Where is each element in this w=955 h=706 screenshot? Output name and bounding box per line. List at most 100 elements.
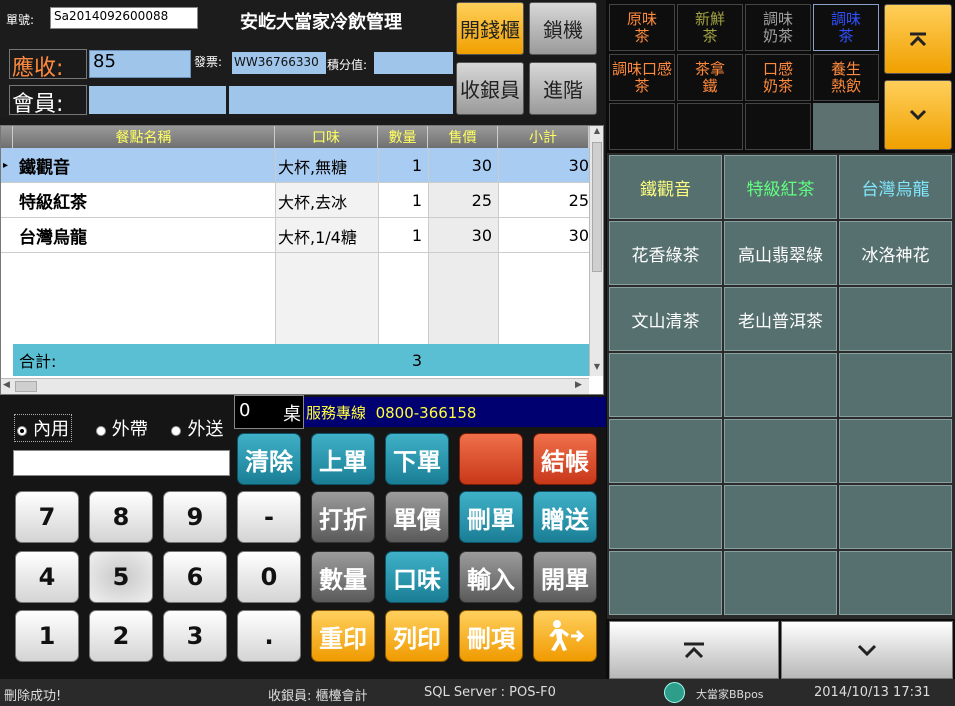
product-button[interactable]: 鐵觀音: [609, 155, 722, 219]
product-button[interactable]: 特級紅茶: [724, 155, 837, 219]
input-box[interactable]: [13, 450, 230, 476]
cell-name: 台灣烏龍: [19, 228, 87, 248]
checkout-button[interactable]: 結帳: [533, 433, 597, 485]
order-no-field[interactable]: Sa2014092600088: [50, 7, 198, 29]
product-empty: [724, 551, 837, 615]
category-label: 調味口感茶: [612, 59, 673, 95]
prev-order-button[interactable]: 上單: [311, 433, 375, 485]
blank-button[interactable]: [459, 433, 523, 485]
quantity-button[interactable]: 數量: [311, 551, 375, 603]
table-number-field[interactable]: 0 桌: [234, 395, 304, 429]
table-row[interactable]: 特級紅茶 大杯,去冰 1 25 25: [1, 183, 589, 218]
numpad-key-7[interactable]: 7: [15, 491, 79, 543]
category-button[interactable]: 調味奶茶: [745, 4, 811, 51]
radio-label: 外帶: [111, 419, 148, 440]
numpad-key-4[interactable]: 4: [15, 551, 79, 603]
lock-button[interactable]: 鎖機: [529, 2, 597, 55]
member-id-field[interactable]: [89, 86, 226, 114]
radio-icon: [95, 426, 106, 436]
receivable-label: 應收:: [9, 49, 87, 81]
cash-drawer-button[interactable]: 開錢櫃: [456, 2, 524, 55]
product-label: 花香綠茶: [631, 245, 700, 266]
category-empty: [677, 103, 743, 150]
product-empty: [839, 551, 952, 615]
product-empty: [839, 287, 952, 351]
category-empty: [745, 103, 811, 150]
category-button[interactable]: 調味茶: [813, 4, 879, 51]
category-page-up-button[interactable]: [884, 4, 952, 74]
category-down-button[interactable]: [884, 80, 952, 150]
invoice-field[interactable]: WW36766330: [232, 52, 326, 74]
table-row[interactable]: 台灣烏龍 大杯,1/4糖 1 30 30: [1, 218, 589, 253]
numpad-key-8[interactable]: 8: [89, 491, 153, 543]
scroll-left-icon[interactable]: ◀: [3, 380, 10, 390]
next-order-button[interactable]: 下單: [385, 433, 449, 485]
member-label: 會員:: [9, 85, 87, 117]
scroll-up-icon[interactable]: ▲: [590, 126, 604, 140]
numpad-key-dot[interactable]: .: [237, 610, 301, 662]
app-title: 安屹大當家冷飲管理: [240, 12, 402, 33]
cell-flavor: 大杯,去冰: [278, 192, 348, 212]
numpad-key-3[interactable]: 3: [163, 610, 227, 662]
scroll-hthumb[interactable]: [15, 381, 37, 392]
product-down-button[interactable]: [781, 621, 953, 679]
grid-line: [428, 148, 429, 344]
print-button[interactable]: 列印: [385, 610, 449, 662]
category-button[interactable]: 調味口感茶: [609, 54, 675, 101]
category-label: 調味奶茶: [762, 9, 793, 45]
product-empty: [609, 551, 722, 615]
table-row[interactable]: ▸ 鐵觀音 大杯,無糖 1 30 30: [1, 148, 589, 183]
reprint-button[interactable]: 重印: [311, 610, 375, 662]
delete-order-button[interactable]: 刪單: [459, 491, 523, 543]
cashier-button[interactable]: 收銀員: [456, 62, 524, 115]
numpad-key-2[interactable]: 2: [89, 610, 153, 662]
discount-button[interactable]: 打折: [311, 491, 375, 543]
points-field[interactable]: [374, 52, 453, 74]
radio-label: 外送: [187, 419, 224, 440]
grid-line: [275, 148, 276, 344]
cell-subtotal: 30: [568, 226, 589, 245]
product-button[interactable]: 高山翡翠綠: [724, 221, 837, 285]
member-name-field[interactable]: [229, 86, 453, 114]
numpad-key-5[interactable]: 5: [89, 551, 153, 603]
cell-flavor: 大杯,無糖: [278, 157, 348, 177]
delete-item-button[interactable]: 刪項: [459, 610, 523, 662]
input-button[interactable]: 輸入: [459, 551, 523, 603]
flavor-button[interactable]: 口味: [385, 551, 449, 603]
numpad-key-6[interactable]: 6: [163, 551, 227, 603]
scroll-right-icon[interactable]: ▶: [575, 380, 582, 390]
category-button[interactable]: 口感奶茶: [745, 54, 811, 101]
product-empty: [609, 419, 722, 483]
radio-delivery[interactable]: 外送: [171, 419, 223, 440]
unit-price-button[interactable]: 單價: [385, 491, 449, 543]
total-label: 合計:: [19, 352, 57, 371]
radio-dine-in[interactable]: 內用: [14, 414, 72, 442]
radio-takeout[interactable]: 外帶: [95, 419, 148, 440]
category-empty: [813, 103, 879, 150]
scroll-thumb[interactable]: [592, 142, 602, 272]
scroll-down-icon[interactable]: ▼: [590, 362, 604, 376]
numpad-key-9[interactable]: 9: [163, 491, 227, 543]
clear-button[interactable]: 清除: [237, 433, 301, 485]
open-order-button[interactable]: 開單: [533, 551, 597, 603]
advanced-button[interactable]: 進階: [529, 62, 597, 115]
product-button[interactable]: 老山普洱茶: [724, 287, 837, 351]
exit-button[interactable]: [533, 610, 597, 662]
product-page-up-button[interactable]: [609, 621, 779, 679]
category-button[interactable]: 茶拿鐵: [677, 54, 743, 101]
numpad-key-0[interactable]: 0: [237, 551, 301, 603]
category-button[interactable]: 新鮮茶: [677, 4, 743, 51]
col-header-subtotal: 小計: [498, 126, 589, 148]
vertical-scrollbar[interactable]: ▲ ▼: [589, 126, 603, 376]
numpad-key-1[interactable]: 1: [15, 610, 79, 662]
product-button[interactable]: 文山清茶: [609, 287, 722, 351]
category-button[interactable]: 養生熱飲: [813, 54, 879, 101]
horizontal-scrollbar[interactable]: ◀ ▶: [1, 378, 589, 394]
gift-button[interactable]: 贈送: [533, 491, 597, 543]
product-button[interactable]: 冰洛神花: [839, 221, 952, 285]
product-button[interactable]: 花香綠茶: [609, 221, 722, 285]
status-datetime: 2014/10/13 17:31: [814, 685, 931, 700]
numpad-key-minus[interactable]: -: [237, 491, 301, 543]
product-button[interactable]: 台灣烏龍: [839, 155, 952, 219]
category-button[interactable]: 原味茶: [609, 4, 675, 51]
